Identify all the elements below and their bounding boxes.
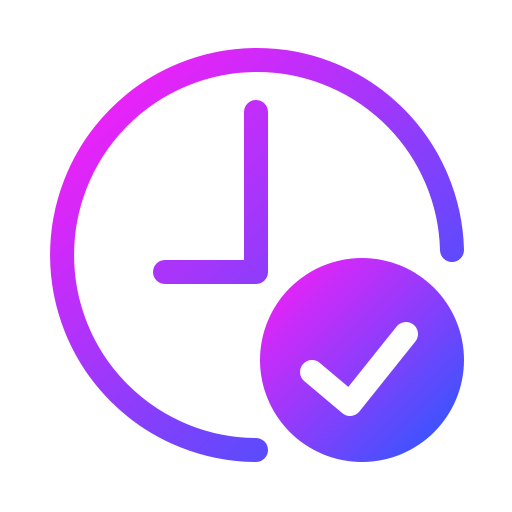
clock-check-icon (50, 48, 464, 462)
clock-hands (153, 100, 268, 284)
check-badge-circle (260, 258, 464, 462)
app-icon-canvas (0, 0, 512, 512)
